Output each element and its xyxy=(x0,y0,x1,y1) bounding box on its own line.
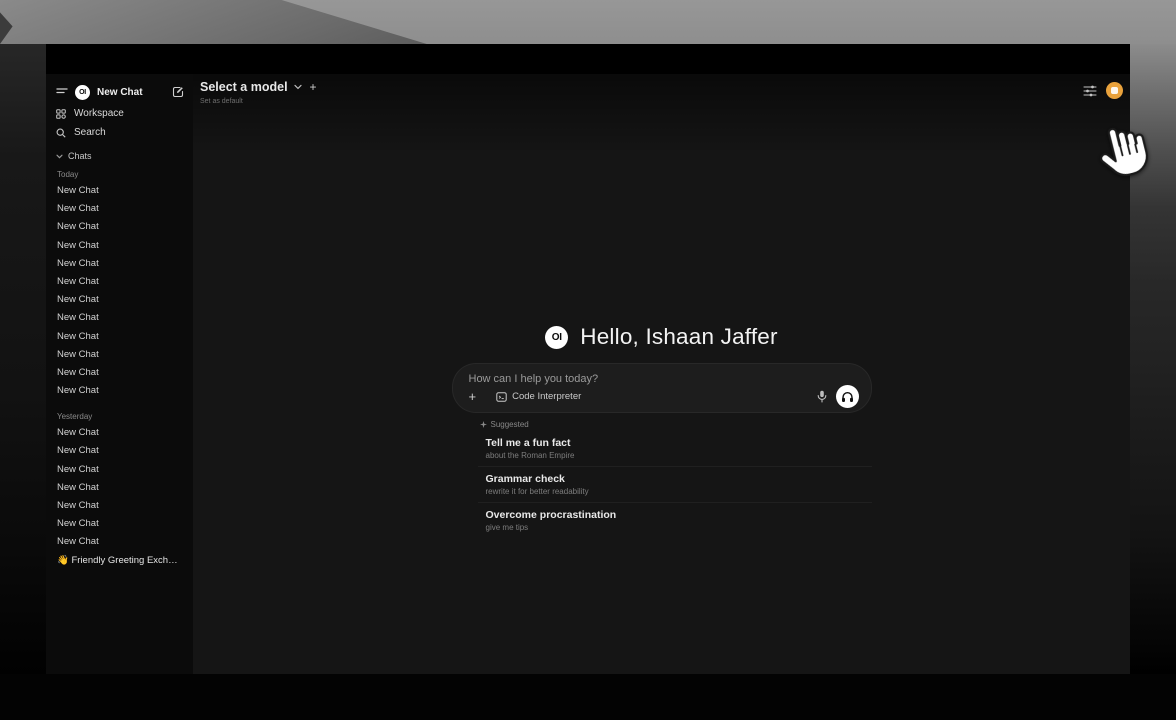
user-avatar-image xyxy=(1111,87,1118,94)
desktop-background-left xyxy=(0,44,46,674)
chat-item[interactable]: New Chat xyxy=(46,182,193,200)
header-controls xyxy=(1083,82,1123,99)
app-logo: OI xyxy=(545,326,568,349)
desktop-background-bottom xyxy=(0,674,1176,720)
attach-button[interactable]: + xyxy=(469,391,477,403)
model-selector[interactable]: Select a model + xyxy=(200,80,317,94)
desktop-background-top xyxy=(0,0,1176,44)
microphone-icon[interactable] xyxy=(817,390,827,403)
suggested-prompt-subtitle: rewrite it for better readability xyxy=(486,487,872,496)
suggested-prompt-title: Tell me a fun fact xyxy=(486,437,872,449)
chat-item[interactable]: New Chat xyxy=(46,255,193,273)
search-icon xyxy=(56,128,66,138)
chat-item[interactable]: New Chat xyxy=(46,346,193,364)
user-avatar[interactable] xyxy=(1106,82,1123,99)
chat-item[interactable]: New Chat xyxy=(46,328,193,346)
code-interpreter-toggle[interactable]: Code Interpreter xyxy=(496,391,581,402)
chat-item[interactable]: New Chat xyxy=(46,424,193,442)
chat-item-named[interactable]: 👋 Friendly Greeting Exchange xyxy=(46,552,193,570)
code-interpreter-icon xyxy=(496,392,507,402)
suggested-list: Tell me a fun fact about the Roman Empire… xyxy=(478,431,872,538)
app-window: OI New Chat Workspace Search xyxy=(46,44,1130,674)
sidebar-item-search[interactable]: Search xyxy=(46,123,193,142)
chats-section-label: Chats xyxy=(68,151,92,161)
chat-list: TodayNew ChatNew ChatNew ChatNew ChatNew… xyxy=(46,166,193,552)
suggested-label: Suggested xyxy=(491,420,529,429)
chat-item[interactable]: New Chat xyxy=(46,309,193,327)
chats-collapse-toggle[interactable]: Chats xyxy=(46,148,193,164)
suggested-prompt[interactable]: Overcome procrastination give me tips xyxy=(478,503,872,538)
suggested-prompt[interactable]: Grammar check rewrite it for better reada… xyxy=(478,467,872,503)
sidebar-toggle-icon[interactable] xyxy=(56,87,68,97)
sidebar-item-label: Search xyxy=(74,127,106,138)
chat-item[interactable]: New Chat xyxy=(46,533,193,551)
suggested-prompt-title: Grammar check xyxy=(486,473,872,485)
controls-sliders-icon[interactable] xyxy=(1083,85,1097,97)
composer-placeholder[interactable]: How can I help you today? xyxy=(469,373,859,385)
chat-item[interactable]: New Chat xyxy=(46,237,193,255)
suggested-prompt[interactable]: Tell me a fun fact about the Roman Empire xyxy=(478,431,872,467)
chat-item[interactable]: New Chat xyxy=(46,461,193,479)
welcome-section: OI Hello, Ishaan Jaffer How can I help y… xyxy=(193,324,1130,538)
model-selector-label: Select a model xyxy=(200,80,288,94)
suggested-prompts: Suggested Tell me a fun fact about the Ro… xyxy=(452,420,872,538)
suggested-prompt-subtitle: about the Roman Empire xyxy=(486,451,872,460)
chat-group-label: Today xyxy=(46,166,193,182)
code-interpreter-label: Code Interpreter xyxy=(512,391,581,402)
new-chat-icon[interactable] xyxy=(172,86,184,98)
window-titlebar xyxy=(46,44,1130,74)
sparkle-icon xyxy=(480,421,487,429)
composer-toolbar: + Code Interpreter xyxy=(469,385,859,408)
chat-item[interactable]: New Chat xyxy=(46,218,193,236)
sidebar: OI New Chat Workspace Search xyxy=(46,74,193,674)
chat-item[interactable]: New Chat xyxy=(46,273,193,291)
background-wedge xyxy=(0,0,440,44)
suggested-header: Suggested xyxy=(478,420,872,429)
chat-item[interactable]: New Chat xyxy=(46,382,193,400)
greeting: OI Hello, Ishaan Jaffer xyxy=(545,324,777,350)
chevron-down-icon xyxy=(56,154,63,159)
voice-call-button[interactable] xyxy=(836,385,859,408)
suggested-prompt-subtitle: give me tips xyxy=(486,523,872,532)
add-model-button[interactable]: + xyxy=(310,80,317,94)
chat-group-label: Yesterday xyxy=(46,408,193,424)
model-header: Select a model + Set as default xyxy=(200,80,317,105)
sidebar-item-workspace[interactable]: Workspace xyxy=(46,104,193,123)
app-logo: OI xyxy=(75,85,90,100)
chevron-down-icon xyxy=(294,84,302,90)
greeting-text: Hello, Ishaan Jaffer xyxy=(580,324,777,350)
message-composer[interactable]: How can I help you today? + Code Interpr… xyxy=(452,363,872,413)
chat-item[interactable]: New Chat xyxy=(46,442,193,460)
workspace-icon xyxy=(56,109,66,119)
screen: OI New Chat Workspace Search xyxy=(0,0,1176,720)
sidebar-item-label: Workspace xyxy=(74,108,124,119)
chat-item[interactable]: New Chat xyxy=(46,497,193,515)
sidebar-header: OI New Chat xyxy=(46,74,193,104)
chat-item[interactable]: New Chat xyxy=(46,479,193,497)
set-as-default-button[interactable]: Set as default xyxy=(200,98,317,105)
main-area: Select a model + Set as default OI Hello… xyxy=(193,74,1130,674)
chat-item[interactable]: New Chat xyxy=(46,200,193,218)
suggested-prompt-title: Overcome procrastination xyxy=(486,509,872,521)
chat-item[interactable]: New Chat xyxy=(46,515,193,533)
chat-item[interactable]: New Chat xyxy=(46,364,193,382)
chat-item[interactable]: New Chat xyxy=(46,291,193,309)
sidebar-title: New Chat xyxy=(97,87,165,98)
